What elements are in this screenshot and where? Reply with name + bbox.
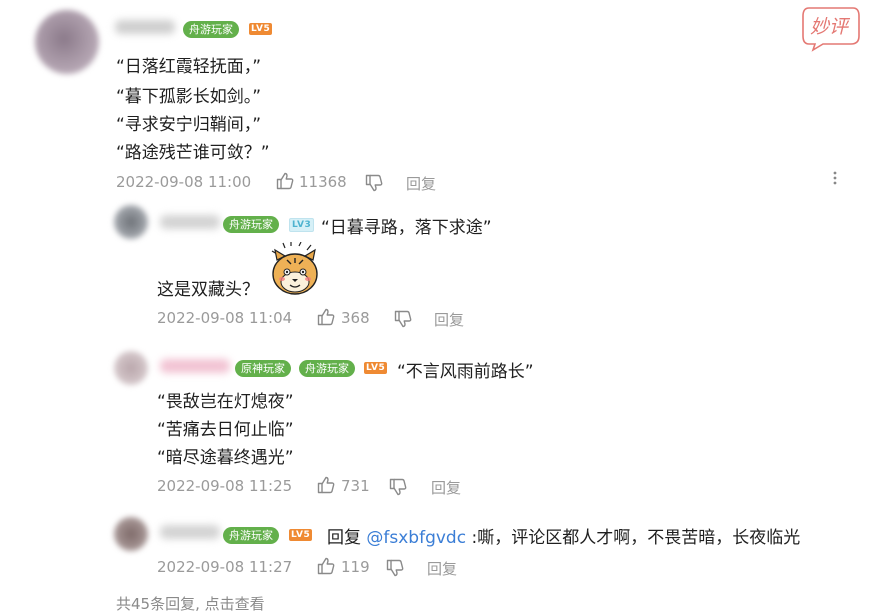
avatar[interactable] [114, 517, 148, 551]
thumb-up-icon[interactable] [275, 171, 295, 195]
level-badge: LV3 [289, 218, 315, 232]
watermark-logo: 妙评 [801, 2, 861, 52]
reply-body: :嘶，评论区都人才啊，不畏苦暗，长夜临光 [466, 528, 801, 548]
like-count: 11368 [299, 173, 347, 191]
timestamp: 2022-09-08 11:27 [157, 558, 293, 576]
badge-zhouyou: 舟游玩家 [223, 527, 279, 544]
badge-yuanshen: 原神玩家 [235, 360, 291, 377]
level-badge: LV5 [249, 23, 273, 35]
thumb-up-icon[interactable] [316, 307, 336, 331]
reply-line: “暗尽途暮终遇光” [157, 448, 294, 468]
thumb-up-icon[interactable] [316, 475, 336, 499]
level-badge: LV5 [364, 362, 388, 374]
comment-line: “日落红霞轻抚面，” [116, 57, 262, 77]
comment-line: “暮下孤影长如剑。” [116, 87, 262, 107]
reply-line: 这是双藏头？ [157, 280, 259, 300]
level-badge: LV5 [289, 529, 313, 541]
timestamp: 2022-09-08 11:00 [116, 173, 252, 191]
thumb-down-icon[interactable] [388, 477, 408, 501]
reply-prefix: 回复 [327, 528, 367, 548]
username[interactable] [160, 215, 220, 229]
comment-line: “寻求安宁归鞘间，” [116, 115, 262, 135]
badge-zhouyou: 舟游玩家 [223, 216, 279, 233]
thumb-up-icon[interactable] [316, 556, 336, 580]
thumb-down-icon[interactable] [385, 558, 405, 582]
more-vertical-icon[interactable] [830, 170, 840, 190]
avatar[interactable] [114, 351, 148, 385]
username[interactable] [160, 359, 230, 373]
tiger-sticker-icon [263, 241, 327, 302]
reply-text: 回复 @fsxbfgvdc :嘶，评论区都人才啊，不畏苦暗，长夜临光 [327, 523, 800, 548]
like-count: 368 [341, 309, 370, 327]
reply-text: “日暮寻路，落下求途” [321, 218, 492, 238]
like-count: 731 [341, 477, 370, 495]
badge-zhouyou: 舟游玩家 [183, 21, 239, 38]
view-more-replies-link[interactable]: 共45条回复, 点击查看 [116, 593, 265, 614]
like-count: 119 [341, 558, 370, 576]
username[interactable] [115, 20, 175, 34]
reply-button[interactable]: 回复 [427, 558, 457, 579]
reply-button[interactable]: 回复 [434, 309, 464, 330]
avatar[interactable] [114, 205, 148, 239]
thumb-down-icon[interactable] [393, 309, 413, 333]
comment-line: “路途残芒谁可敛？” [116, 143, 270, 163]
reply-line: “畏敌岂在灯熄夜” [157, 392, 294, 412]
timestamp: 2022-09-08 11:25 [157, 477, 293, 495]
reply-button[interactable]: 回复 [406, 173, 436, 194]
mention-link[interactable]: @fsxbfgvdc [366, 528, 466, 548]
thumb-down-icon[interactable] [364, 173, 384, 197]
timestamp: 2022-09-08 11:04 [157, 309, 293, 327]
reply-line: “苦痛去日何止临” [157, 420, 294, 440]
badge-zhouyou: 舟游玩家 [299, 360, 355, 377]
reply-text: “不言风雨前路长” [397, 362, 534, 382]
reply-button[interactable]: 回复 [431, 477, 461, 498]
avatar[interactable] [35, 10, 99, 74]
watermark-text: 妙评 [810, 16, 849, 38]
username[interactable] [160, 525, 220, 539]
